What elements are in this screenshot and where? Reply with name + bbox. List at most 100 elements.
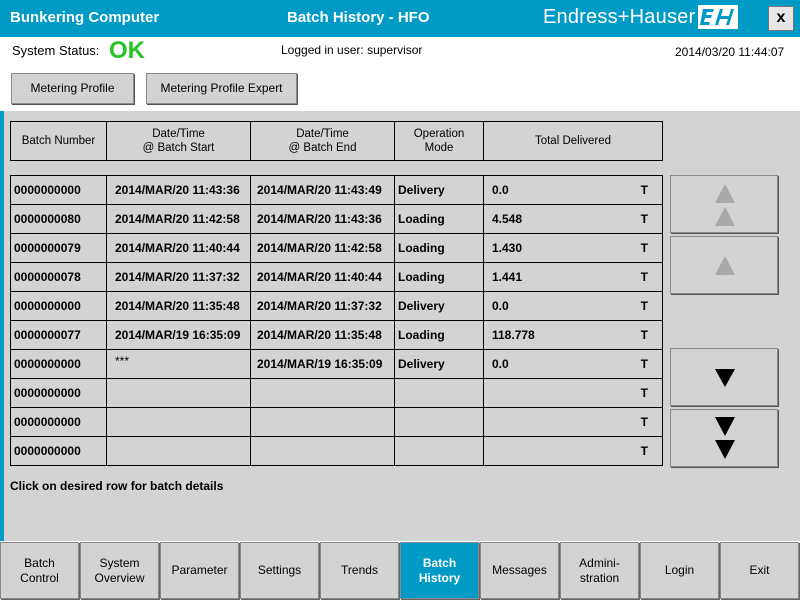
unit-label: T bbox=[640, 212, 648, 226]
nav-exit-button[interactable]: Exit bbox=[720, 542, 799, 599]
cell-batch-end: 2014/MAR/20 11:42:58 bbox=[250, 233, 395, 263]
cell-batch-end-value: 2014/MAR/20 11:35:48 bbox=[257, 328, 382, 342]
cell-total-delivered-value: 0.0 bbox=[492, 183, 509, 197]
nav-settings-button[interactable]: Settings bbox=[240, 542, 319, 599]
table-row[interactable]: 0000000079 2014/MAR/20 11:40:44 2014/MAR/2… bbox=[10, 233, 663, 263]
cell-batch-end-value: 2014/MAR/19 16:35:09 bbox=[257, 357, 383, 371]
cell-total-delivered: 1.441 T bbox=[483, 262, 663, 292]
table-row[interactable]: 0000000000 T bbox=[10, 407, 663, 437]
cell-batch-end-value: 2014/MAR/20 11:40:44 bbox=[257, 270, 382, 284]
cell-operation-mode-value: Delivery bbox=[398, 299, 445, 313]
table-row[interactable]: 0000000078 2014/MAR/20 11:37:32 2014/MAR/2… bbox=[10, 262, 663, 292]
cell-total-delivered: 118.778 T bbox=[483, 320, 663, 350]
cell-operation-mode bbox=[394, 407, 484, 437]
up-triangle-icon bbox=[715, 256, 735, 275]
metering-profile-button[interactable]: Metering Profile bbox=[11, 73, 134, 104]
cell-batch-number-value: 0000000080 bbox=[14, 212, 81, 226]
line-down-button[interactable] bbox=[670, 348, 778, 406]
cell-batch-end: 2014/MAR/20 11:43:36 bbox=[250, 204, 395, 234]
title-bar: Bunkering Computer Batch History - HFO E… bbox=[0, 0, 800, 37]
cell-total-delivered: T bbox=[483, 436, 663, 466]
table-header: Batch Number Date/Time @ Batch Start Dat… bbox=[10, 121, 663, 161]
cell-batch-number-value: 0000000077 bbox=[14, 328, 81, 342]
status-bar: System Status: OK Logged in user: superv… bbox=[0, 37, 800, 67]
nav-parameter-button[interactable]: Parameter bbox=[160, 542, 239, 599]
down-triangle-icon bbox=[715, 369, 735, 387]
page-up-button[interactable] bbox=[670, 175, 778, 233]
cell-batch-start-value: 2014/MAR/20 11:35:48 bbox=[115, 299, 240, 313]
app-title: Bunkering Computer bbox=[10, 9, 160, 26]
nav-messages-button[interactable]: Messages bbox=[480, 542, 559, 599]
cell-total-delivered-value: 0.0 bbox=[492, 299, 509, 313]
table-row[interactable]: 0000000000 *** 2014/MAR/19 16:35:09 Deliver… bbox=[10, 349, 663, 379]
cell-total-delivered: 1.430 T bbox=[483, 233, 663, 263]
nav-batch-control-button[interactable]: Batch Control bbox=[0, 542, 79, 599]
cell-batch-end: 2014/MAR/19 16:35:09 bbox=[250, 349, 395, 379]
cell-total-delivered: 0.0 T bbox=[483, 175, 663, 205]
cell-batch-start: 2014/MAR/20 11:40:44 bbox=[106, 233, 251, 263]
line-up-button[interactable] bbox=[670, 236, 778, 294]
nav-login-button[interactable]: Login bbox=[640, 542, 719, 599]
header-batch-start: Date/Time @ Batch Start bbox=[106, 121, 251, 161]
cell-batch-start-value: 2014/MAR/20 11:37:32 bbox=[115, 270, 240, 284]
cell-batch-number-value: 0000000000 bbox=[14, 386, 81, 400]
unit-label: T bbox=[640, 270, 648, 284]
cell-batch-start-value: 2014/MAR/20 11:42:58 bbox=[115, 212, 240, 226]
cell-batch-start: 2014/MAR/20 11:43:36 bbox=[106, 175, 251, 205]
cell-batch-end bbox=[250, 407, 395, 437]
cell-batch-start-value: 2014/MAR/19 16:35:09 bbox=[115, 328, 241, 342]
nav-trends-button[interactable]: Trends bbox=[320, 542, 399, 599]
cell-operation-mode-value: Loading bbox=[398, 270, 445, 284]
table-row[interactable]: 0000000080 2014/MAR/20 11:42:58 2014/MAR/2… bbox=[10, 204, 663, 234]
page-down-button[interactable] bbox=[670, 409, 778, 467]
table-row[interactable]: 0000000000 T bbox=[10, 378, 663, 408]
cell-batch-number-value: 0000000000 bbox=[14, 183, 81, 197]
cell-batch-number: 0000000080 bbox=[10, 204, 107, 234]
batch-history-panel: Batch Number Date/Time @ Batch Start Dat… bbox=[4, 111, 800, 541]
table-row[interactable]: 0000000000 2014/MAR/20 11:35:48 2014/MAR/2… bbox=[10, 291, 663, 321]
cell-batch-end: 2014/MAR/20 11:35:48 bbox=[250, 320, 395, 350]
cell-batch-number-value: 0000000000 bbox=[14, 415, 81, 429]
batch-table: 0000000000 2014/MAR/20 11:43:36 2014/MAR/2… bbox=[10, 175, 663, 466]
cell-total-delivered-value: 4.548 bbox=[492, 212, 523, 226]
cell-operation-mode-value: Loading bbox=[398, 212, 445, 226]
brand-name: Endress+Hauser bbox=[543, 6, 696, 28]
unit-label: T bbox=[640, 328, 648, 342]
cell-batch-number: 0000000000 bbox=[10, 436, 107, 466]
cell-batch-end-value: 2014/MAR/20 11:37:32 bbox=[257, 299, 382, 313]
table-row[interactable]: 0000000077 2014/MAR/19 16:35:09 2014/MAR/2… bbox=[10, 320, 663, 350]
bottom-navigation: Batch Control System Overview Parameter Set… bbox=[0, 541, 800, 600]
table-row[interactable]: 0000000000 2014/MAR/20 11:43:36 2014/MAR/2… bbox=[10, 175, 663, 205]
cell-batch-number: 0000000077 bbox=[10, 320, 107, 350]
close-button[interactable]: x bbox=[768, 6, 794, 31]
cell-batch-start: *** bbox=[106, 349, 251, 379]
unit-label: T bbox=[640, 386, 648, 400]
cell-batch-number: 0000000000 bbox=[10, 349, 107, 379]
cell-operation-mode-value: Loading bbox=[398, 241, 445, 255]
cell-batch-start-value: 2014/MAR/20 11:40:44 bbox=[115, 241, 240, 255]
cell-total-delivered-value: 1.441 bbox=[492, 270, 523, 284]
nav-administration-button[interactable]: Admini- stration bbox=[560, 542, 639, 599]
metering-profile-expert-button[interactable]: Metering Profile Expert bbox=[146, 73, 297, 104]
nav-system-overview-button[interactable]: System Overview bbox=[80, 542, 159, 599]
unit-label: T bbox=[640, 183, 648, 197]
cell-total-delivered: T bbox=[483, 407, 663, 437]
row-click-hint: Click on desired row for batch details bbox=[10, 479, 224, 493]
system-status-value: OK bbox=[109, 37, 145, 64]
cell-batch-number-value: 0000000000 bbox=[14, 299, 81, 313]
cell-total-delivered: 0.0 T bbox=[483, 291, 663, 321]
cell-batch-end-value: 2014/MAR/20 11:42:58 bbox=[257, 241, 382, 255]
header-operation-mode: Operation Mode bbox=[394, 121, 484, 161]
cell-total-delivered-value: 118.778 bbox=[492, 328, 535, 342]
cell-batch-number: 0000000000 bbox=[10, 175, 107, 205]
cell-operation-mode: Loading bbox=[394, 204, 484, 234]
cell-batch-end: 2014/MAR/20 11:43:49 bbox=[250, 175, 395, 205]
cell-batch-number-value: 0000000000 bbox=[14, 357, 81, 371]
table-row[interactable]: 0000000000 T bbox=[10, 436, 663, 466]
cell-operation-mode bbox=[394, 378, 484, 408]
cell-batch-end: 2014/MAR/20 11:37:32 bbox=[250, 291, 395, 321]
nav-batch-history-button[interactable]: Batch History bbox=[400, 542, 479, 599]
cell-batch-number: 0000000000 bbox=[10, 407, 107, 437]
cell-operation-mode: Delivery bbox=[394, 175, 484, 205]
eh-logo-icon bbox=[698, 5, 738, 29]
